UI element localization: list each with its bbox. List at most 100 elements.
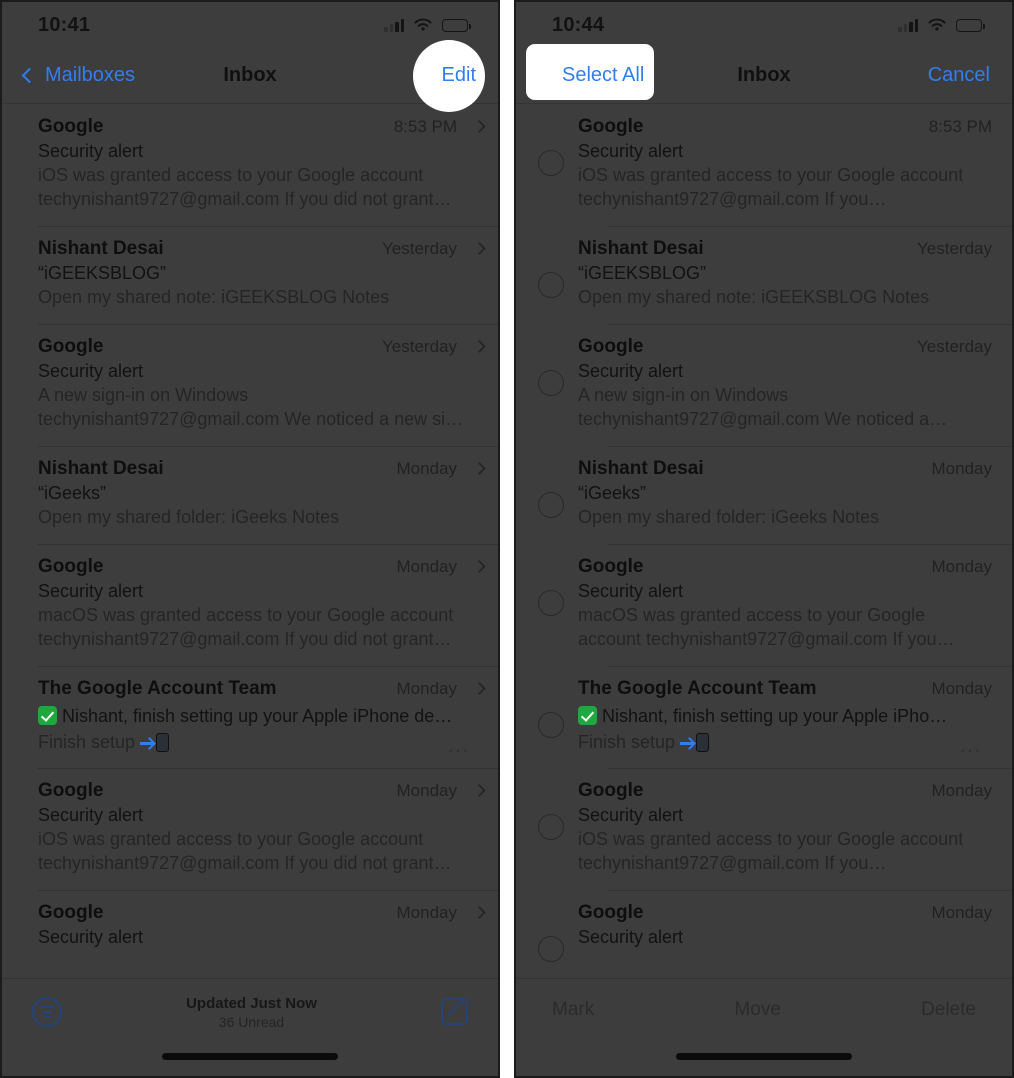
message-preview: Finish setup bbox=[578, 731, 676, 752]
message-date: Monday bbox=[396, 903, 457, 923]
message-subject: “iGEEKSBLOG” bbox=[38, 262, 167, 283]
list-item[interactable]: Google Monday Security alert macOS was g… bbox=[2, 543, 498, 666]
delete-button[interactable]: Delete bbox=[921, 999, 976, 1021]
updated-label: Updated Just Now bbox=[186, 995, 317, 1012]
list-item[interactable]: The Google Account Team Monday Nishant, … bbox=[2, 665, 498, 769]
message-more-indicator: ··· bbox=[960, 742, 982, 760]
list-item[interactable]: Google Yesterday Security alert A new si… bbox=[516, 323, 1012, 446]
message-body: The Google Account Team Monday Nishant, … bbox=[2, 678, 498, 755]
home-indicator bbox=[162, 1053, 338, 1060]
message-subject: Security alert bbox=[38, 580, 144, 601]
selection-circle-icon[interactable] bbox=[538, 589, 564, 616]
message-header: The Google Account Team Monday bbox=[38, 678, 486, 700]
list-item[interactable]: Nishant Desai Monday “iGeeks” Open my sh… bbox=[2, 445, 498, 544]
unread-count-label: 36 Unread bbox=[218, 1014, 285, 1030]
message-header: Google Monday bbox=[578, 780, 992, 802]
edit-button[interactable]: Edit bbox=[442, 64, 476, 87]
message-sender: The Google Account Team bbox=[578, 677, 817, 699]
home-indicator bbox=[676, 1053, 852, 1060]
mailbox-status: Updated Just Now 36 Unread bbox=[62, 995, 441, 1030]
chevron-right-icon bbox=[473, 120, 486, 133]
list-item[interactable]: Google Monday Security alert macOS was g… bbox=[516, 543, 1012, 666]
message-preview-line: Finish setup bbox=[578, 729, 992, 755]
selection-circle-icon[interactable] bbox=[538, 936, 564, 963]
selection-circle-icon[interactable] bbox=[538, 150, 564, 176]
bottom-toolbar: Updated Just Now 36 Unread bbox=[2, 978, 498, 1076]
cellular-signal-icon bbox=[898, 18, 918, 32]
compose-icon[interactable] bbox=[441, 998, 468, 1025]
message-subject: “iGeeks” bbox=[38, 482, 107, 503]
chevron-right-icon bbox=[473, 681, 486, 695]
message-header: The Google Account Team Monday bbox=[578, 678, 992, 700]
message-header: Google Monday bbox=[578, 902, 992, 924]
message-date: Yesterday bbox=[917, 238, 992, 258]
list-item[interactable]: Google 8:53 PM Security alert iOS was gr… bbox=[516, 104, 1012, 226]
message-body: Nishant Desai Yesterday “iGEEKSBLOG” Ope… bbox=[578, 238, 1012, 310]
back-button-label: Mailboxes bbox=[45, 64, 136, 86]
chevron-right-icon bbox=[473, 242, 486, 255]
list-item[interactable]: Nishant Desai Yesterday “iGEEKSBLOG” Ope… bbox=[2, 225, 498, 324]
message-sender: Google bbox=[578, 116, 644, 137]
message-date: Monday bbox=[396, 781, 457, 801]
selection-circle-icon[interactable] bbox=[538, 814, 564, 841]
message-body: Google Monday Security alert iOS was gra… bbox=[578, 780, 1012, 876]
message-date: Monday bbox=[931, 678, 992, 698]
move-button[interactable]: Move bbox=[734, 999, 780, 1021]
message-body: Nishant Desai Yesterday “iGEEKSBLOG” Ope… bbox=[2, 238, 498, 310]
list-item[interactable]: Nishant Desai Yesterday “iGEEKSBLOG” Ope… bbox=[516, 225, 1012, 324]
message-header: Google Monday bbox=[578, 556, 992, 578]
message-preview: iOS was granted access to your Google ac… bbox=[578, 829, 964, 874]
message-preview: Open my shared note: iGEEKSBLOG Notes bbox=[38, 286, 390, 307]
status-clock: 10:44 bbox=[552, 13, 605, 36]
message-preview: macOS was granted access to your Google … bbox=[38, 604, 454, 649]
list-item[interactable]: Google Monday Security alert bbox=[2, 890, 498, 962]
list-item[interactable]: Google 8:53 PM Security alert iOS was gr… bbox=[2, 104, 498, 226]
list-item[interactable]: Google Monday Security alert bbox=[516, 890, 1012, 976]
message-subject: Security alert bbox=[578, 580, 684, 601]
battery-icon bbox=[442, 18, 471, 32]
selection-circle-icon[interactable] bbox=[538, 711, 564, 738]
cancel-button[interactable]: Cancel bbox=[928, 64, 990, 87]
message-header: Google Monday bbox=[38, 556, 486, 578]
list-item[interactable]: Google Monday Security alert iOS was gra… bbox=[2, 768, 498, 890]
message-preview: Open my shared folder: iGeeks Notes bbox=[578, 506, 880, 527]
message-sender: Google bbox=[578, 902, 644, 924]
message-sender: Google bbox=[38, 116, 104, 137]
message-body: Google 8:53 PM Security alert iOS was gr… bbox=[2, 116, 498, 212]
list-item[interactable]: Nishant Desai Monday “iGeeks” Open my sh… bbox=[516, 445, 1012, 544]
message-date: Monday bbox=[931, 556, 992, 576]
list-item[interactable]: The Google Account Team Monday Nishant, … bbox=[516, 665, 1012, 769]
select-all-button[interactable]: Select All bbox=[538, 64, 644, 87]
message-body: Google Monday Security alert macOS was g… bbox=[578, 556, 1012, 652]
message-preview: Finish setup bbox=[38, 731, 136, 752]
message-body: Google Monday Security alert macOS was g… bbox=[2, 556, 498, 652]
selection-circle-icon[interactable] bbox=[538, 369, 564, 396]
message-header: Nishant Desai Yesterday bbox=[38, 237, 486, 260]
back-to-mailboxes-button[interactable]: Mailboxes bbox=[21, 64, 136, 87]
message-sender: Nishant Desai bbox=[38, 237, 164, 259]
message-sender: Google bbox=[38, 335, 104, 357]
selection-circle-icon[interactable] bbox=[538, 271, 564, 298]
message-preview: Open my shared folder: iGeeks Notes bbox=[38, 506, 340, 527]
mobile-phone-emoji-icon bbox=[156, 732, 170, 752]
message-preview: iOS was granted access to your Google ac… bbox=[38, 829, 452, 874]
message-body: Nishant Desai Monday “iGeeks” Open my sh… bbox=[2, 458, 498, 530]
list-item[interactable]: Google Yesterday Security alert A new si… bbox=[2, 323, 498, 446]
chevron-right-icon bbox=[473, 784, 486, 798]
message-date: Monday bbox=[396, 678, 457, 698]
message-subject: Nishant, finish setting up your Apple iP… bbox=[602, 705, 948, 726]
message-header: Google Monday bbox=[38, 902, 486, 924]
mobile-phone-emoji-icon bbox=[696, 732, 710, 752]
message-date: Monday bbox=[396, 556, 457, 576]
selection-circle-icon[interactable] bbox=[538, 491, 564, 518]
status-bar: 10:44 bbox=[516, 2, 1012, 48]
mark-button[interactable]: Mark bbox=[552, 999, 594, 1021]
message-body: Nishant Desai Monday “iGeeks” Open my sh… bbox=[578, 458, 1012, 530]
message-sender: Google bbox=[578, 555, 644, 577]
navigation-bar: Select All Inbox Cancel bbox=[516, 44, 1012, 104]
list-item[interactable]: Google Monday Security alert iOS was gra… bbox=[516, 768, 1012, 890]
filter-icon[interactable] bbox=[32, 997, 62, 1027]
message-header: Google Yesterday bbox=[578, 336, 992, 358]
message-preview: Open my shared note: iGEEKSBLOG Notes bbox=[578, 286, 930, 307]
message-date: Monday bbox=[931, 458, 992, 478]
